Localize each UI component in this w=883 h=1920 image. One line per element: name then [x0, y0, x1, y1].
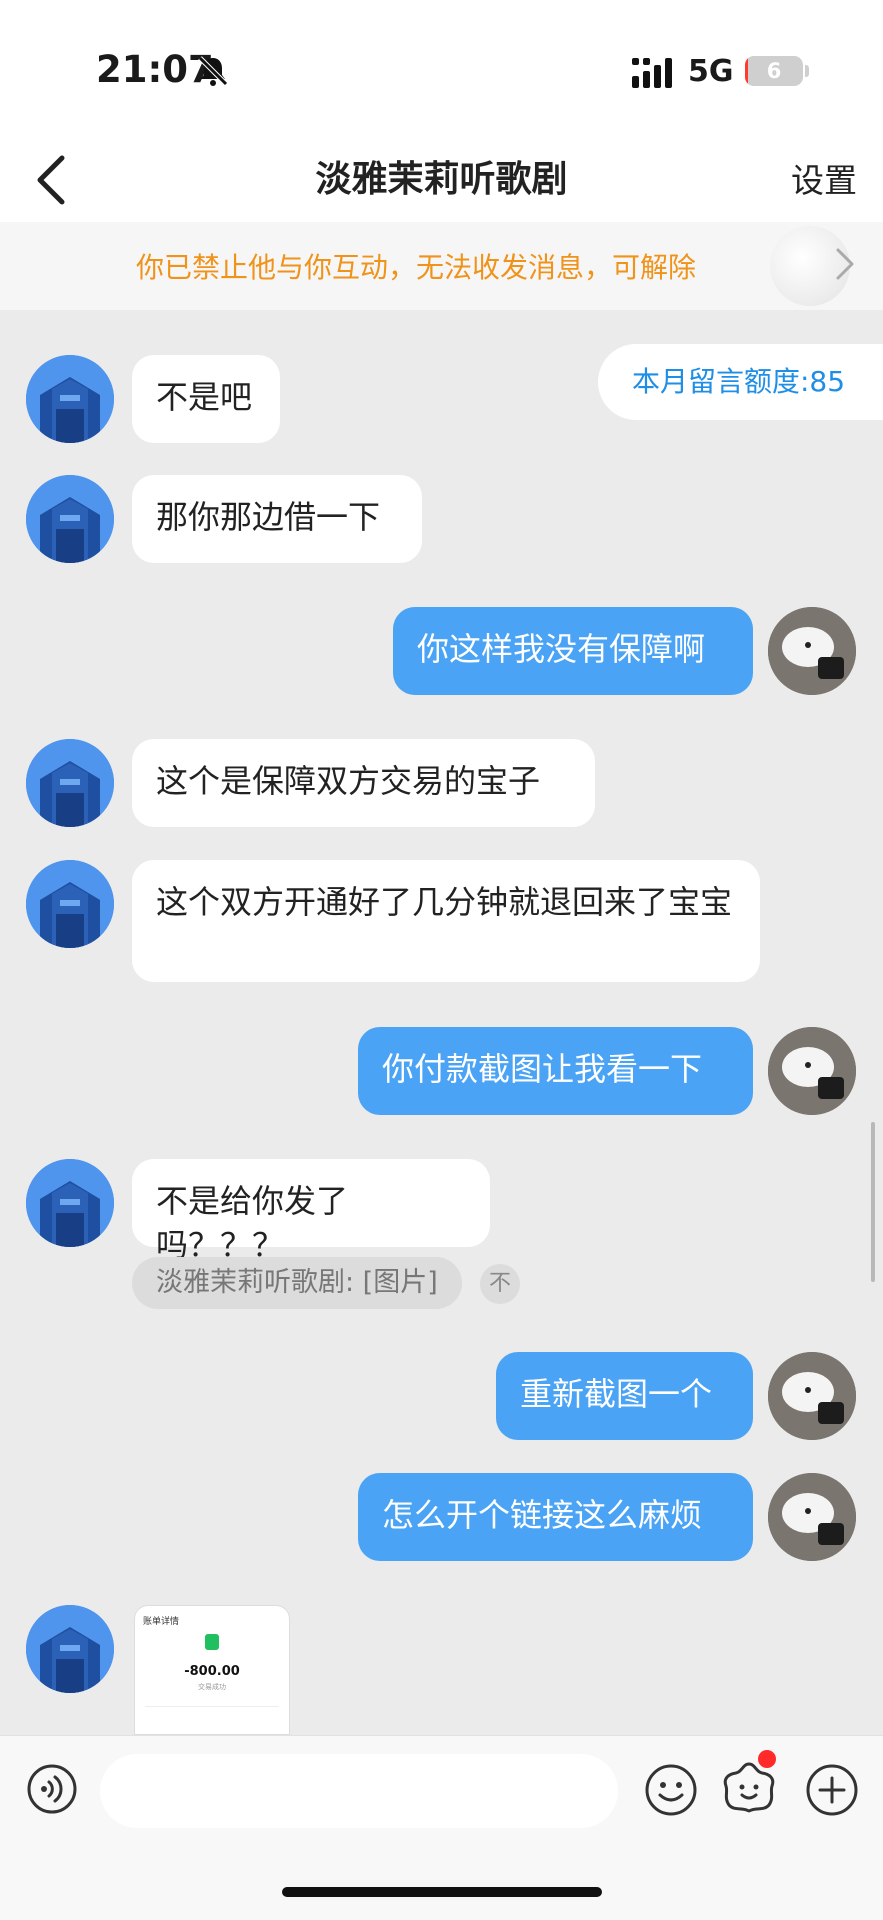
wechat-pay-logo: [205, 1634, 219, 1650]
message-bubble[interactable]: 那你那边借一下: [132, 475, 422, 563]
image-detail-row: [145, 1720, 279, 1730]
emoji-icon[interactable]: [644, 1763, 698, 1817]
message-bubble[interactable]: 不是吧: [132, 355, 280, 443]
image-reply-notice[interactable]: 淡雅茉莉听歌剧: [图片]: [132, 1257, 462, 1309]
avatar-contact[interactable]: [26, 1159, 114, 1247]
image-message[interactable]: 账单详情 -800.00 交易成功: [134, 1605, 290, 1735]
message-bubble[interactable]: 你付款截图让我看一下: [358, 1027, 753, 1115]
scrollbar[interactable]: [871, 1122, 875, 1282]
chevron-right-icon[interactable]: [834, 246, 856, 282]
message-bubble[interactable]: 重新截图一个: [496, 1352, 753, 1440]
settings-button[interactable]: 设置: [791, 154, 857, 202]
message-bubble[interactable]: 怎么开个链接这么麻烦: [358, 1473, 753, 1561]
avatar-self[interactable]: [768, 607, 856, 695]
status-bar: 21:07 5G 6: [0, 0, 883, 140]
avatar-self[interactable]: [768, 1027, 856, 1115]
avatar-self[interactable]: [768, 1473, 856, 1561]
avatar-contact[interactable]: [26, 860, 114, 948]
sticker-icon[interactable]: [720, 1760, 778, 1818]
battery-level: 6: [766, 59, 782, 83]
image-detail-row: [145, 1706, 279, 1716]
avatar-contact[interactable]: [26, 355, 114, 443]
notification-dot: [758, 1750, 776, 1768]
chat-title: 淡雅茉莉听歌剧: [315, 159, 568, 200]
avatar-self[interactable]: [768, 1352, 856, 1440]
battery-icon: 6: [745, 56, 803, 86]
message-bubble[interactable]: 这个是保障双方交易的宝子: [132, 739, 595, 827]
avatar-contact[interactable]: [26, 1605, 114, 1693]
message-input[interactable]: [100, 1754, 618, 1828]
banner-text: 你已禁止他与你互动，无法收发消息，可解除: [136, 251, 697, 284]
translate-icon[interactable]: 不: [480, 1264, 520, 1304]
signal-icon: [632, 58, 672, 88]
message-quota: 本月留言额度:85: [598, 344, 883, 420]
image-header: 账单详情: [143, 1617, 180, 1627]
avatar-contact[interactable]: [26, 475, 114, 563]
image-status: 交易成功: [198, 1683, 226, 1691]
voice-icon[interactable]: [26, 1763, 78, 1815]
home-indicator[interactable]: [282, 1887, 602, 1897]
message-bubble[interactable]: 不是给你发了吗？？？: [132, 1159, 490, 1264]
message-bubble[interactable]: 这个双方开通好了几分钟就退回来了宝宝: [132, 860, 760, 982]
block-banner[interactable]: 你已禁止他与你互动，无法收发消息，可解除: [0, 222, 883, 310]
plus-icon[interactable]: [805, 1763, 859, 1817]
avatar-contact[interactable]: [26, 739, 114, 827]
bell-muted-icon: [198, 56, 228, 86]
message-bubble[interactable]: 你这样我没有保障啊: [393, 607, 753, 695]
battery-tip: [805, 65, 809, 77]
nav-bar: 淡雅茉莉听歌剧 设置: [0, 140, 883, 222]
image-amount: -800.00: [184, 1664, 240, 1679]
network-label: 5G: [688, 54, 734, 89]
